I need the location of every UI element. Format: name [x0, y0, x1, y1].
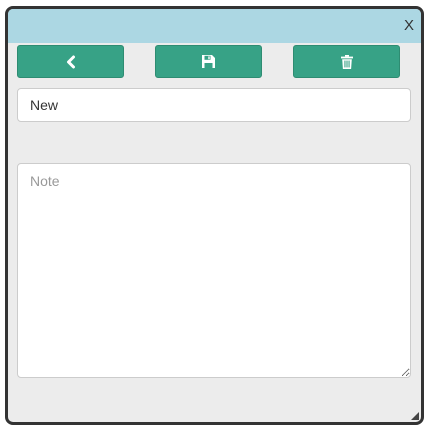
dialog-titlebar[interactable]: X: [8, 9, 421, 43]
save-button[interactable]: [155, 45, 262, 78]
resize-handle-icon[interactable]: [411, 412, 419, 420]
note-dialog: X: [5, 6, 424, 425]
floppy-disk-icon: [202, 55, 215, 68]
close-button[interactable]: X: [404, 17, 414, 35]
back-button[interactable]: [17, 45, 124, 78]
chevron-left-icon: [66, 55, 75, 68]
title-input[interactable]: [17, 88, 411, 122]
note-textarea[interactable]: [17, 163, 411, 378]
delete-button[interactable]: [293, 45, 400, 78]
trash-icon: [340, 54, 353, 69]
